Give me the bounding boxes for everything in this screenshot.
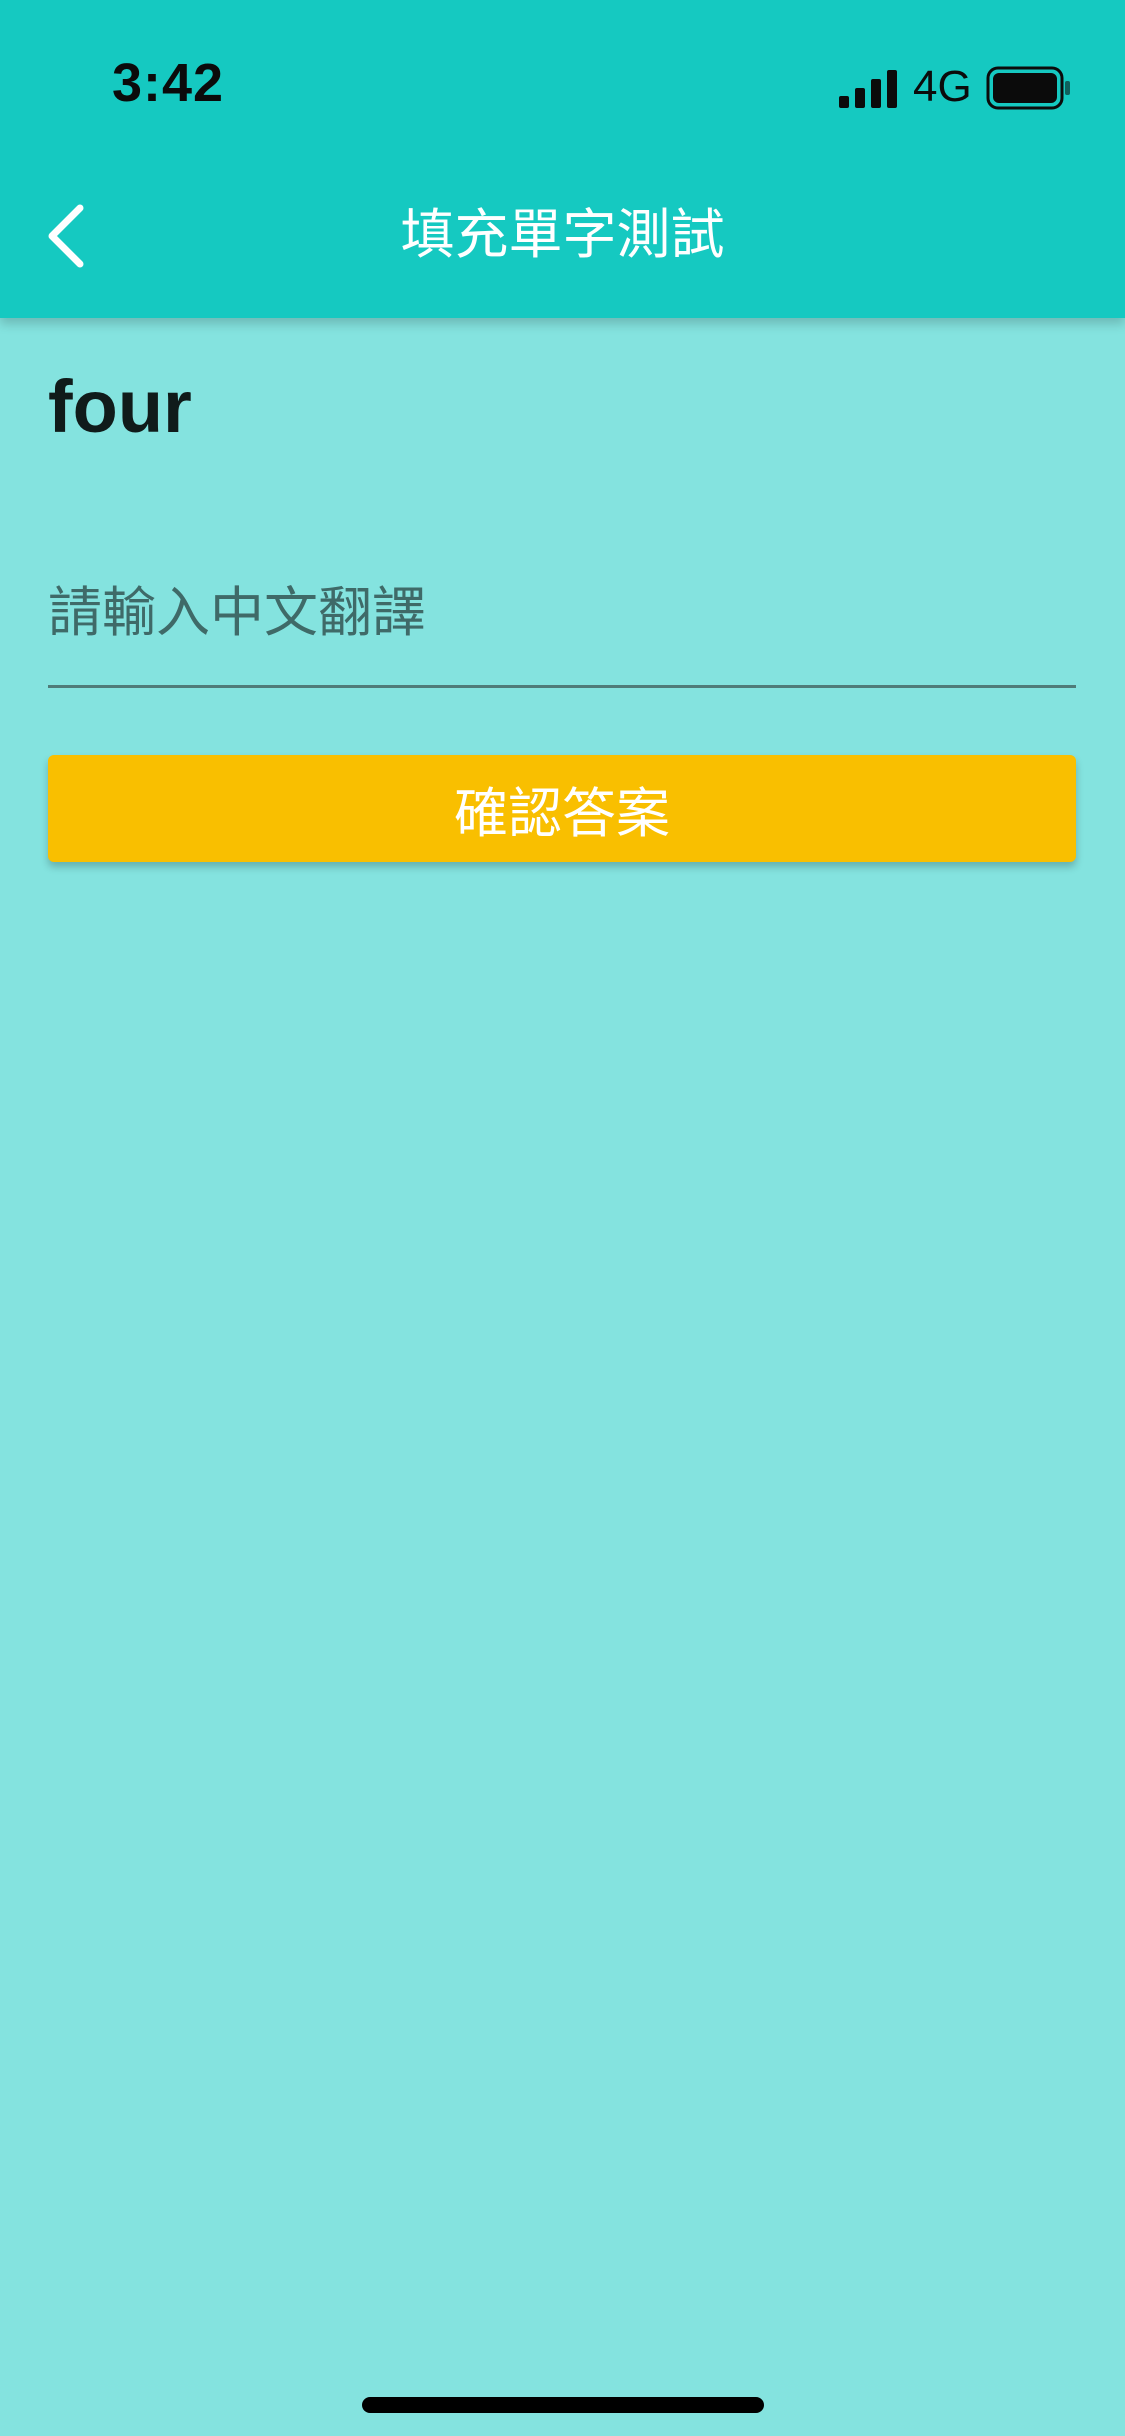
network-type-label: 4G <box>913 62 972 111</box>
translation-input[interactable] <box>48 540 1076 688</box>
page-title: 填充單字測試 <box>400 203 725 266</box>
battery-full-icon <box>986 66 1070 110</box>
status-time: 3:42 <box>112 53 225 113</box>
quiz-word: four <box>48 365 192 448</box>
confirm-answer-button[interactable]: 確認答案 <box>48 755 1076 862</box>
cellular-signal-icon <box>839 70 897 108</box>
app-header: 3:42 4G 填充單字測試 <box>0 0 1125 318</box>
home-indicator[interactable] <box>362 2397 764 2413</box>
